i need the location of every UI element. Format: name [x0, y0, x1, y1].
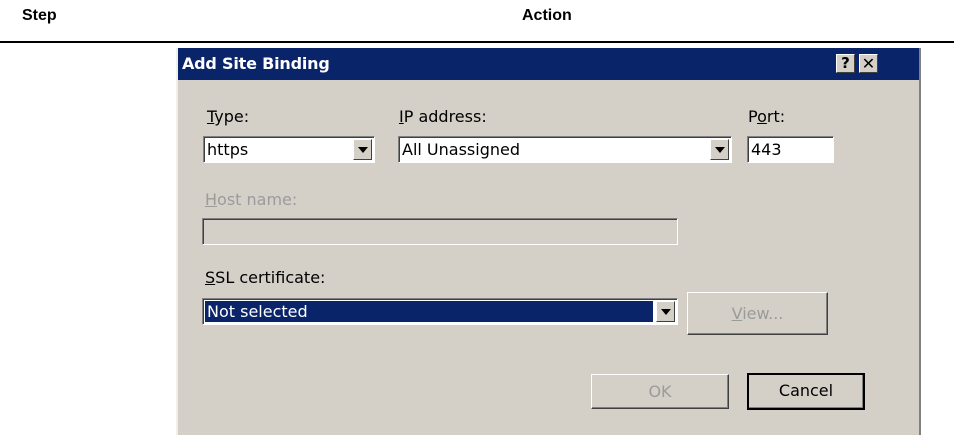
chevron-down-icon[interactable]	[353, 139, 372, 160]
type-value: https	[207, 140, 249, 159]
host-name-input[interactable]	[202, 218, 678, 245]
ssl-certificate-label: SSL certificate:	[205, 268, 326, 287]
port-value: 443	[751, 140, 782, 159]
add-site-binding-dialog: Add Site Binding ? ✕ Type: https IP addr…	[176, 48, 921, 435]
chevron-down-icon[interactable]	[710, 139, 729, 160]
port-label: Port:	[748, 107, 786, 126]
ssl-certificate-select[interactable]: Not selected	[202, 298, 678, 325]
column-header-action: Action	[522, 7, 572, 24]
ip-address-select[interactable]: All Unassigned	[398, 136, 732, 163]
type-label: Type:	[207, 107, 250, 126]
type-select[interactable]: https	[203, 136, 375, 163]
column-header-step: Step	[22, 7, 57, 24]
close-icon[interactable]: ✕	[859, 54, 878, 73]
view-button[interactable]: View...	[687, 292, 828, 335]
help-icon[interactable]: ?	[836, 54, 855, 73]
header-rule	[0, 41, 954, 43]
ssl-certificate-value: Not selected	[205, 301, 653, 322]
dialog-title: Add Site Binding	[182, 54, 330, 73]
host-name-label: Host name:	[205, 190, 298, 209]
ip-address-value: All Unassigned	[402, 140, 520, 159]
dialog-titlebar[interactable]: Add Site Binding ? ✕	[178, 48, 919, 80]
chevron-down-icon[interactable]	[656, 301, 675, 322]
port-input[interactable]: 443	[747, 136, 834, 163]
ok-button[interactable]: OK	[591, 374, 729, 409]
cancel-button[interactable]: Cancel	[747, 373, 865, 410]
ip-address-label: IP address:	[399, 107, 487, 126]
